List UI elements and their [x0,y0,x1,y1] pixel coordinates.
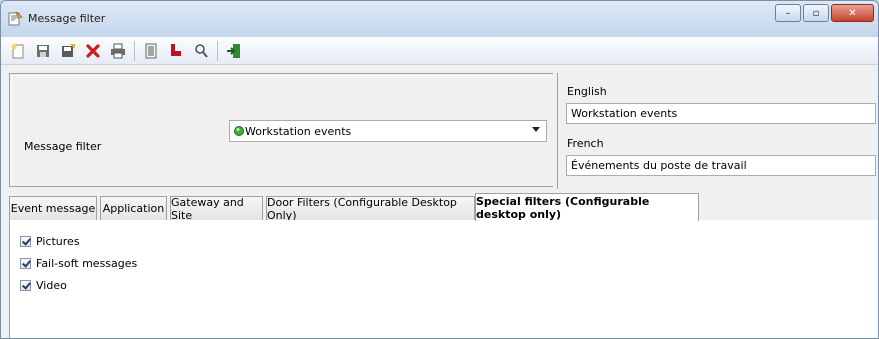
tab-special-filters[interactable]: Special filters (Configurable desktop on… [475,193,699,221]
toolbar [1,37,878,65]
english-label: English [567,85,607,98]
video-label: Video [36,279,67,292]
tab-application[interactable]: Application [100,196,167,220]
tab-label: Special filters (Configurable desktop on… [476,194,650,221]
fail-soft-label: Fail-soft messages [36,257,138,270]
status-dot-icon [234,126,244,136]
chevron-down-icon [532,127,540,132]
toolbar-separator [134,40,135,61]
exit-button[interactable] [223,40,245,62]
exit-icon [227,43,240,58]
list-button[interactable] [140,40,162,62]
minimize-icon: – [785,7,791,19]
delete-button[interactable] [82,40,104,62]
tab-label: Gateway and Site [171,195,244,222]
fail-soft-checkbox[interactable] [20,258,31,269]
tab-event-message[interactable]: Event message [9,196,97,220]
save-as-button[interactable] [57,40,79,62]
save-icon [37,44,49,57]
search-button[interactable] [190,40,212,62]
delete-icon [86,43,100,58]
english-field[interactable]: Workstation events [566,103,876,124]
tab-gateway-and-site[interactable]: Gateway and Site [170,195,263,222]
french-label: French [567,137,604,150]
list-icon [145,43,157,58]
tab-label: Application [102,202,165,215]
tab-label: Door Filters (Configurable Desktop Only) [267,195,457,222]
new-button[interactable] [7,40,29,62]
search-icon [195,43,208,58]
video-checkbox[interactable] [20,280,31,291]
fail-soft-checkbox-row[interactable]: Fail-soft messages [20,257,137,270]
language-panel: English Workstation events French Événem… [557,73,878,189]
french-field[interactable]: Événements du poste de travail [566,155,876,176]
pictures-label: Pictures [36,235,80,248]
tab-door-filters[interactable]: Door Filters (Configurable Desktop Only) [266,195,475,222]
hierarchy-icon [171,43,181,56]
pictures-checkbox-row[interactable]: Pictures [20,235,80,248]
message-filter-label: Message filter [24,140,102,153]
video-checkbox-row[interactable]: Video [20,279,67,292]
new-icon [11,44,24,58]
save-button[interactable] [32,40,54,62]
message-filter-window: Message filter – ▫ ✕ Message filter Work… [0,0,879,339]
close-button[interactable]: ✕ [831,4,874,22]
message-filter-value: Workstation events [245,125,352,138]
save-as-icon [62,43,75,57]
close-icon: ✕ [848,7,857,19]
app-icon [7,11,23,27]
print-button[interactable] [107,40,129,62]
print-icon [111,43,125,58]
tab-strip: Event message Application Gateway and Si… [9,193,878,222]
title-bar[interactable]: Message filter – ▫ ✕ [1,1,878,37]
pictures-checkbox[interactable] [20,236,31,247]
hierarchy-button[interactable] [165,40,187,62]
minimize-button[interactable]: – [775,4,801,22]
message-filter-select[interactable]: Workstation events [229,120,547,142]
special-filters-panel: Pictures Fail-soft messages Video [9,220,878,338]
maximize-button[interactable]: ▫ [803,4,829,22]
tab-label: Event message [10,202,96,215]
maximize-icon: ▫ [812,7,820,19]
toolbar-separator [217,40,218,61]
window-title: Message filter [28,12,106,25]
